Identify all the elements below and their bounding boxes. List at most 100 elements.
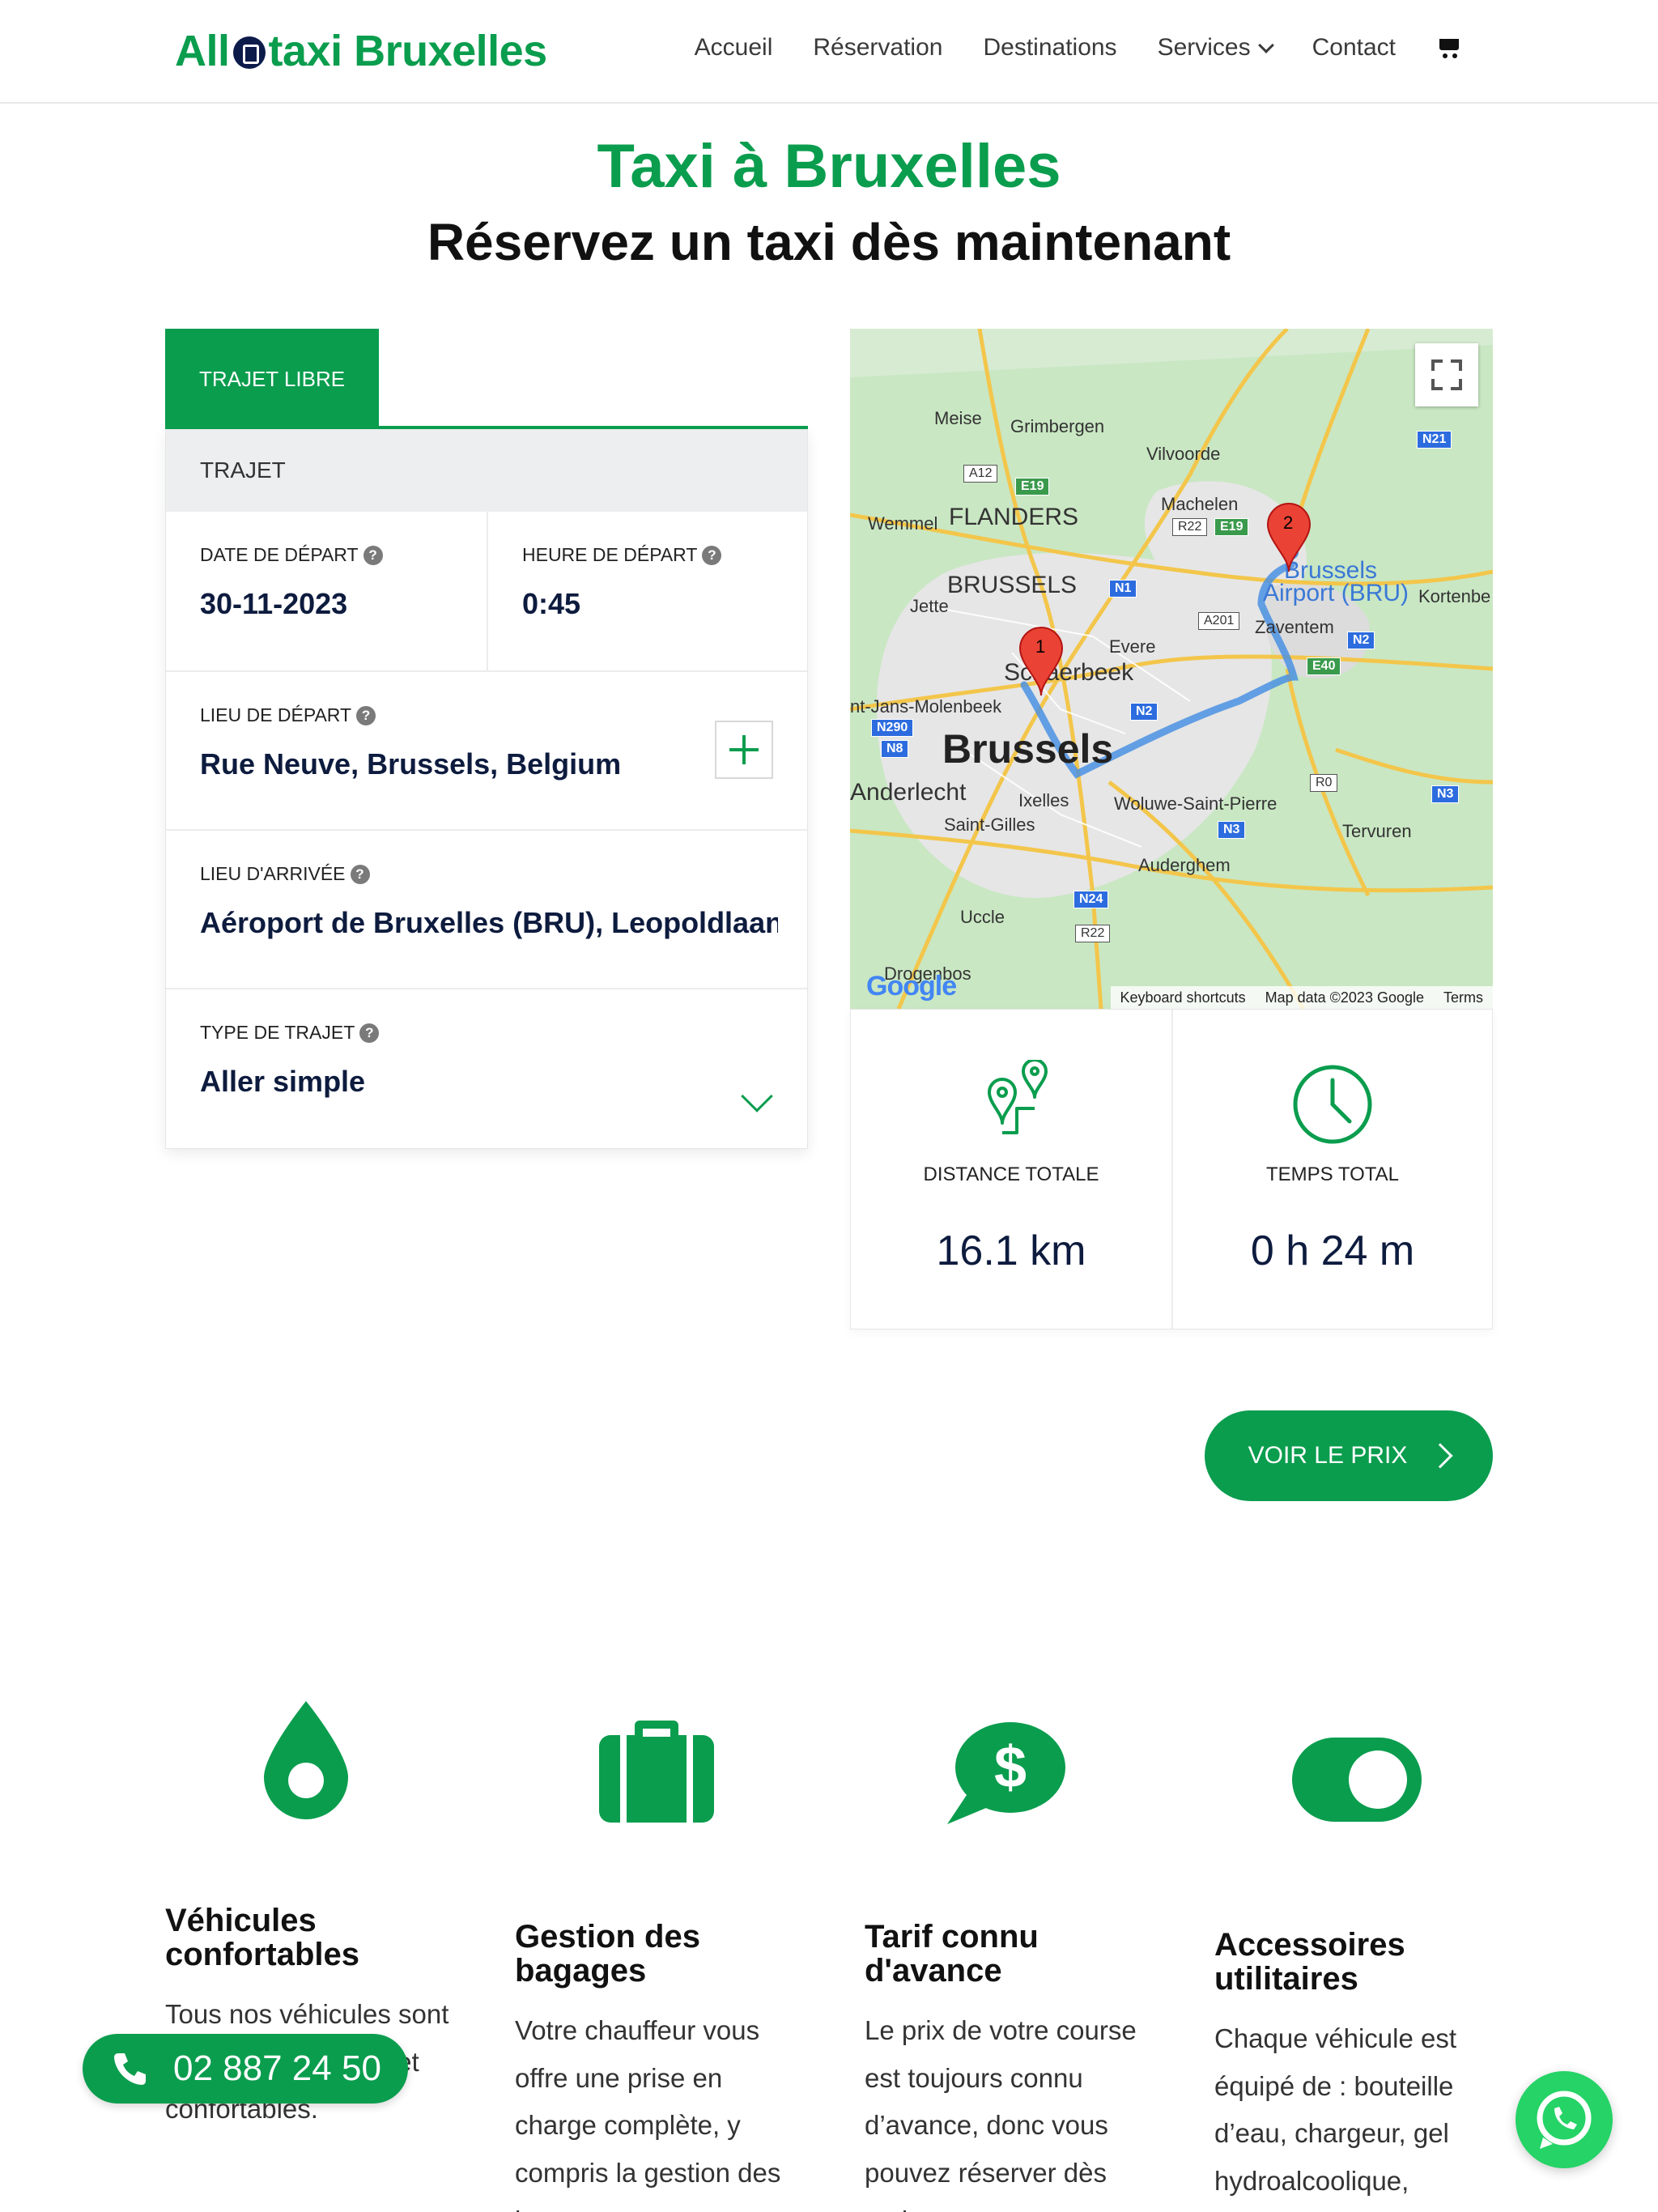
map-label: Machelen — [1161, 494, 1239, 514]
feature-accessories: Accessoires utilitaires Chaque véhicule … — [1214, 1692, 1506, 2212]
time-label: TEMPS TOTAL — [1265, 1163, 1400, 1185]
departure-label-text: LIEU DE DÉPART — [200, 704, 352, 725]
help-icon[interactable]: ? — [356, 705, 376, 725]
road-tag: N3 — [1431, 785, 1460, 803]
nav-services[interactable]: Services — [1157, 34, 1274, 62]
see-price-button[interactable]: VOIR LE PRIX — [1205, 1410, 1493, 1501]
keyboard-shortcuts-link[interactable]: Keyboard shortcuts — [1120, 989, 1246, 1006]
terms-link[interactable]: Terms — [1443, 989, 1483, 1006]
road-tag: N1 — [1109, 580, 1137, 598]
feature-text: Chaque véhicule est équipé de : bouteill… — [1214, 2023, 1457, 2197]
map-label: Grimbergen — [1010, 416, 1105, 436]
see-price-label: VOIR LE PRIX — [1248, 1442, 1408, 1469]
marker-start-label[interactable]: 1 — [1035, 636, 1045, 657]
map-footer: Keyboard shortcuts Map data ©2023 Google… — [1110, 986, 1493, 1009]
map-label: Tervuren — [1342, 821, 1412, 841]
site-header: All taxi Bruxelles Accueil Réservation D… — [0, 0, 1658, 104]
road-tag: E19 — [1214, 518, 1249, 536]
date-value[interactable]: 30-11-2023 — [200, 587, 453, 621]
chevron-down-icon — [1257, 37, 1274, 53]
call-button[interactable]: 02 887 24 50 — [83, 2034, 408, 2104]
nav-contact[interactable]: Contact — [1312, 34, 1396, 62]
date-field[interactable]: DATE DE DÉPART ? 30-11-2023 — [166, 512, 487, 670]
road-tag: N3 — [1218, 821, 1246, 839]
nav-accueil[interactable]: Accueil — [695, 34, 773, 62]
help-icon[interactable]: ? — [702, 545, 722, 565]
road-tag: A12 — [963, 465, 998, 483]
arrival-field[interactable]: LIEU D'ARRIVÉE ? Aéroport de Bruxelles (… — [166, 831, 807, 989]
map-label: Wemmel — [868, 513, 938, 534]
map-label: Auderghem — [1138, 855, 1231, 875]
clock-icon — [1293, 1065, 1372, 1144]
time-value[interactable]: 0:45 — [522, 587, 773, 621]
map-label: Schaerbeek — [1004, 659, 1134, 686]
nav-reservation[interactable]: Réservation — [813, 34, 942, 62]
nav-destinations[interactable]: Destinations — [983, 34, 1116, 62]
help-icon[interactable]: ? — [359, 1023, 380, 1043]
time-field[interactable]: HEURE DE DÉPART ? 0:45 — [487, 512, 807, 670]
road-tag: A201 — [1198, 612, 1240, 630]
route-pins-icon — [988, 1060, 1048, 1134]
map-label: Ixelles — [1018, 790, 1069, 810]
whatsapp-button[interactable] — [1516, 2071, 1613, 2168]
map-label: Jette — [910, 596, 949, 616]
map-label: Zaventem — [1255, 617, 1334, 637]
help-icon[interactable]: ? — [350, 864, 370, 884]
whatsapp-icon — [1537, 2091, 1592, 2149]
time-label: HEURE DE DÉPART ? — [522, 544, 773, 566]
help-icon[interactable]: ? — [363, 545, 383, 565]
feature-text: Le prix de votre course est toujours con… — [865, 2015, 1137, 2212]
map-label: Vilvoorde — [1146, 444, 1221, 464]
map-label: Evere — [1109, 636, 1156, 657]
marker-end-label[interactable]: 2 — [1283, 513, 1293, 534]
nav-services-label: Services — [1157, 34, 1251, 61]
road-tag: N2 — [1130, 703, 1158, 721]
fullscreen-icon[interactable] — [1415, 343, 1478, 406]
logo-text-left: All — [175, 27, 230, 75]
feature-text: Votre chauffeur vous offre une prise en … — [515, 2015, 781, 2212]
map-label: nt-Jans-Molenbeek — [850, 696, 1002, 717]
distance-stat: DISTANCE TOTALE 16.1 km — [851, 1010, 1171, 1329]
distance-value: 16.1 km — [936, 1227, 1086, 1274]
arrival-value[interactable]: Aéroport de Bruxelles (BRU), Leopoldlaan… — [200, 906, 778, 940]
luggage-icon — [599, 1721, 714, 1823]
road-tag: N24 — [1073, 891, 1109, 908]
route-map[interactable]: Meise Grimbergen Vilvoorde Wemmel FLANDE… — [850, 329, 1493, 1009]
road-tag: N21 — [1417, 431, 1452, 449]
map-label: Brussels — [942, 726, 1114, 772]
departure-value[interactable]: Rue Neuve, Brussels, Belgium — [200, 747, 702, 781]
price-chat-icon: $ — [947, 1722, 1065, 1824]
chevron-right-icon — [1427, 1443, 1453, 1469]
time-value: 0 h 24 m — [1250, 1227, 1415, 1274]
time-label-text: HEURE DE DÉPART — [522, 544, 698, 565]
departure-field[interactable]: LIEU DE DÉPART ? Rue Neuve, Brussels, Be… — [166, 672, 807, 831]
date-label: DATE DE DÉPART ? — [200, 544, 453, 566]
road-tag: R0 — [1310, 774, 1338, 792]
section-heading: TRAJET — [166, 429, 807, 512]
call-number: 02 887 24 50 — [173, 2048, 381, 2088]
distance-label: DISTANCE TOTALE — [923, 1163, 1099, 1185]
add-stop-button[interactable] — [715, 721, 773, 779]
route-stats: DISTANCE TOTALE 16.1 km TEMPS TOTAL 0 h … — [850, 1009, 1493, 1329]
map-label: Saint-Gilles — [944, 815, 1035, 835]
site-logo[interactable]: All taxi Bruxelles — [175, 26, 547, 76]
form-card: TRAJET DATE DE DÉPART ? 30-11-2023 HEURE… — [165, 429, 808, 1149]
road-tag: R22 — [1075, 925, 1111, 942]
map-label: Airport (BRU) — [1263, 580, 1409, 606]
map-label: FLANDERS — [949, 504, 1079, 530]
main-nav: Accueil Réservation Destinations Service… — [695, 34, 1464, 62]
map-data-credit: Map data ©2023 Google — [1265, 989, 1424, 1006]
page-subtitle: Réservez un taxi dès maintenant — [427, 213, 1231, 271]
cart-icon[interactable] — [1436, 36, 1464, 60]
trip-type-select[interactable]: TYPE DE TRAJET ? Aller simple — [166, 989, 807, 1148]
map-label: BRUSSELS — [947, 572, 1078, 598]
map-canvas — [850, 329, 1493, 1009]
road-tag: N290 — [871, 719, 914, 737]
feature-title: Accessoires utilitaires — [1214, 1927, 1405, 1997]
phone-icon — [114, 2053, 146, 2085]
map-label: Uccle — [960, 907, 1005, 927]
tab-trajet-libre[interactable]: TRAJET LIBRE — [165, 329, 379, 429]
arrival-label-text: LIEU D'ARRIVÉE — [200, 863, 346, 884]
svg-text:$: $ — [994, 1735, 1027, 1800]
droplet-icon — [264, 1701, 348, 1819]
